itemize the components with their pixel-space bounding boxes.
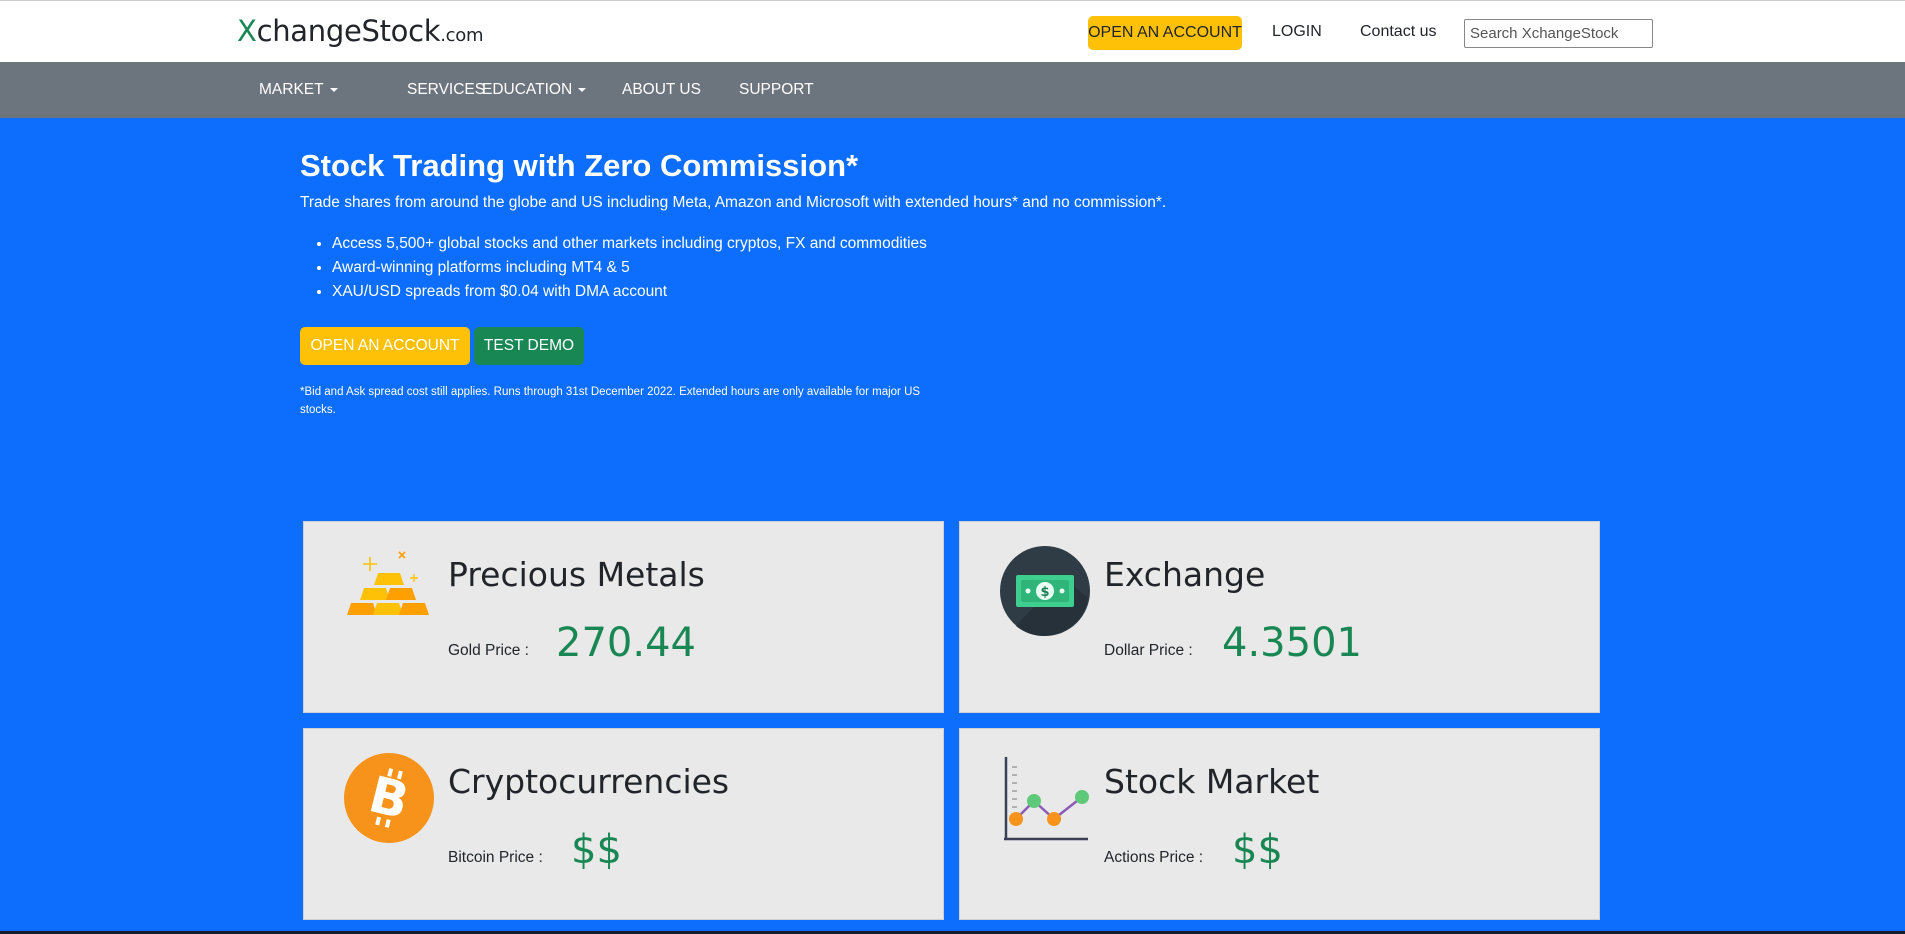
logo-name: changeStock bbox=[256, 14, 441, 48]
nav-item-support[interactable]: SUPPORT bbox=[739, 81, 814, 99]
nav-item-education[interactable]: EDUCATION bbox=[482, 81, 587, 99]
hero-feature-list: Access 5,500+ global stocks and other ma… bbox=[332, 232, 927, 304]
nav-item-label: ABOUT US bbox=[622, 81, 701, 98]
caret-down-icon bbox=[329, 88, 338, 92]
list-item: XAU/USD spreads from $0.04 with DMA acco… bbox=[332, 280, 927, 304]
card-label: Actions Price : bbox=[1104, 849, 1204, 866]
card-stock-market: Stock Market Actions Price : $$ bbox=[959, 728, 1600, 920]
main-nav: MARKET SERVICES EDUCATION ABOUT US SUPPO… bbox=[0, 62, 1905, 118]
svg-text:$: $ bbox=[1040, 585, 1049, 600]
card-title: Stock Market bbox=[1104, 762, 1320, 801]
card-label: Dollar Price : bbox=[1104, 642, 1193, 659]
dollar-bill-icon: $ bbox=[1000, 546, 1090, 636]
card-title: Cryptocurrencies bbox=[448, 762, 730, 801]
open-account-button[interactable]: OPEN AN ACCOUNT bbox=[300, 327, 470, 365]
card-label: Gold Price : bbox=[448, 642, 529, 659]
contact-link[interactable]: Contact us bbox=[1360, 23, 1436, 41]
nav-item-label: EDUCATION bbox=[482, 81, 573, 98]
nav-item-label: MARKET bbox=[259, 81, 324, 98]
line-chart-icon bbox=[1004, 757, 1089, 841]
gold-price-value: 270.44 bbox=[556, 620, 696, 666]
caret-down-icon bbox=[578, 88, 587, 92]
logo-domain: .com bbox=[440, 25, 484, 46]
gold-bars-icon bbox=[347, 551, 429, 615]
bitcoin-icon: B bbox=[344, 753, 434, 843]
nav-item-about-us[interactable]: ABOUT US bbox=[622, 81, 701, 99]
card-label: Bitcoin Price : bbox=[448, 849, 543, 866]
bitcoin-price-value: $$ bbox=[571, 827, 622, 873]
top-header: XchangeStock.com OPEN AN ACCOUNT LOGIN C… bbox=[0, 0, 1905, 62]
test-demo-button[interactable]: TEST DEMO bbox=[474, 327, 584, 365]
list-item: Access 5,500+ global stocks and other ma… bbox=[332, 232, 927, 256]
card-cryptocurrencies: B Cryptocurrencies Bitcoin Price : $$ bbox=[303, 728, 944, 920]
card-exchange: $ Exchange Dollar Price : 4.3501 bbox=[959, 521, 1600, 713]
disclaimer-text: *Bid and Ask spread cost still applies. … bbox=[300, 386, 921, 416]
card-title: Exchange bbox=[1104, 555, 1266, 594]
search-input[interactable] bbox=[1464, 19, 1653, 48]
logo-x: X bbox=[237, 14, 257, 48]
nav-item-label: SERVICES bbox=[407, 81, 486, 98]
login-link[interactable]: LOGIN bbox=[1272, 23, 1322, 41]
actions-price-value: $$ bbox=[1232, 827, 1283, 873]
nav-item-label: SUPPORT bbox=[739, 81, 814, 98]
nav-item-services[interactable]: SERVICES bbox=[407, 81, 485, 99]
card-precious-metals: Precious Metals Gold Price : 270.44 bbox=[303, 521, 944, 713]
site-logo[interactable]: XchangeStock.com bbox=[237, 14, 484, 48]
dollar-price-value: 4.3501 bbox=[1222, 620, 1362, 666]
hero-subtitle: Trade shares from around the globe and U… bbox=[300, 194, 1167, 211]
open-account-header-button[interactable]: OPEN AN ACCOUNT bbox=[1088, 16, 1242, 50]
hero-title: Stock Trading with Zero Commission* bbox=[300, 148, 859, 183]
card-title: Precious Metals bbox=[448, 555, 705, 594]
nav-item-market[interactable]: MARKET bbox=[259, 81, 338, 99]
list-item: Award-winning platforms including MT4 & … bbox=[332, 256, 927, 280]
